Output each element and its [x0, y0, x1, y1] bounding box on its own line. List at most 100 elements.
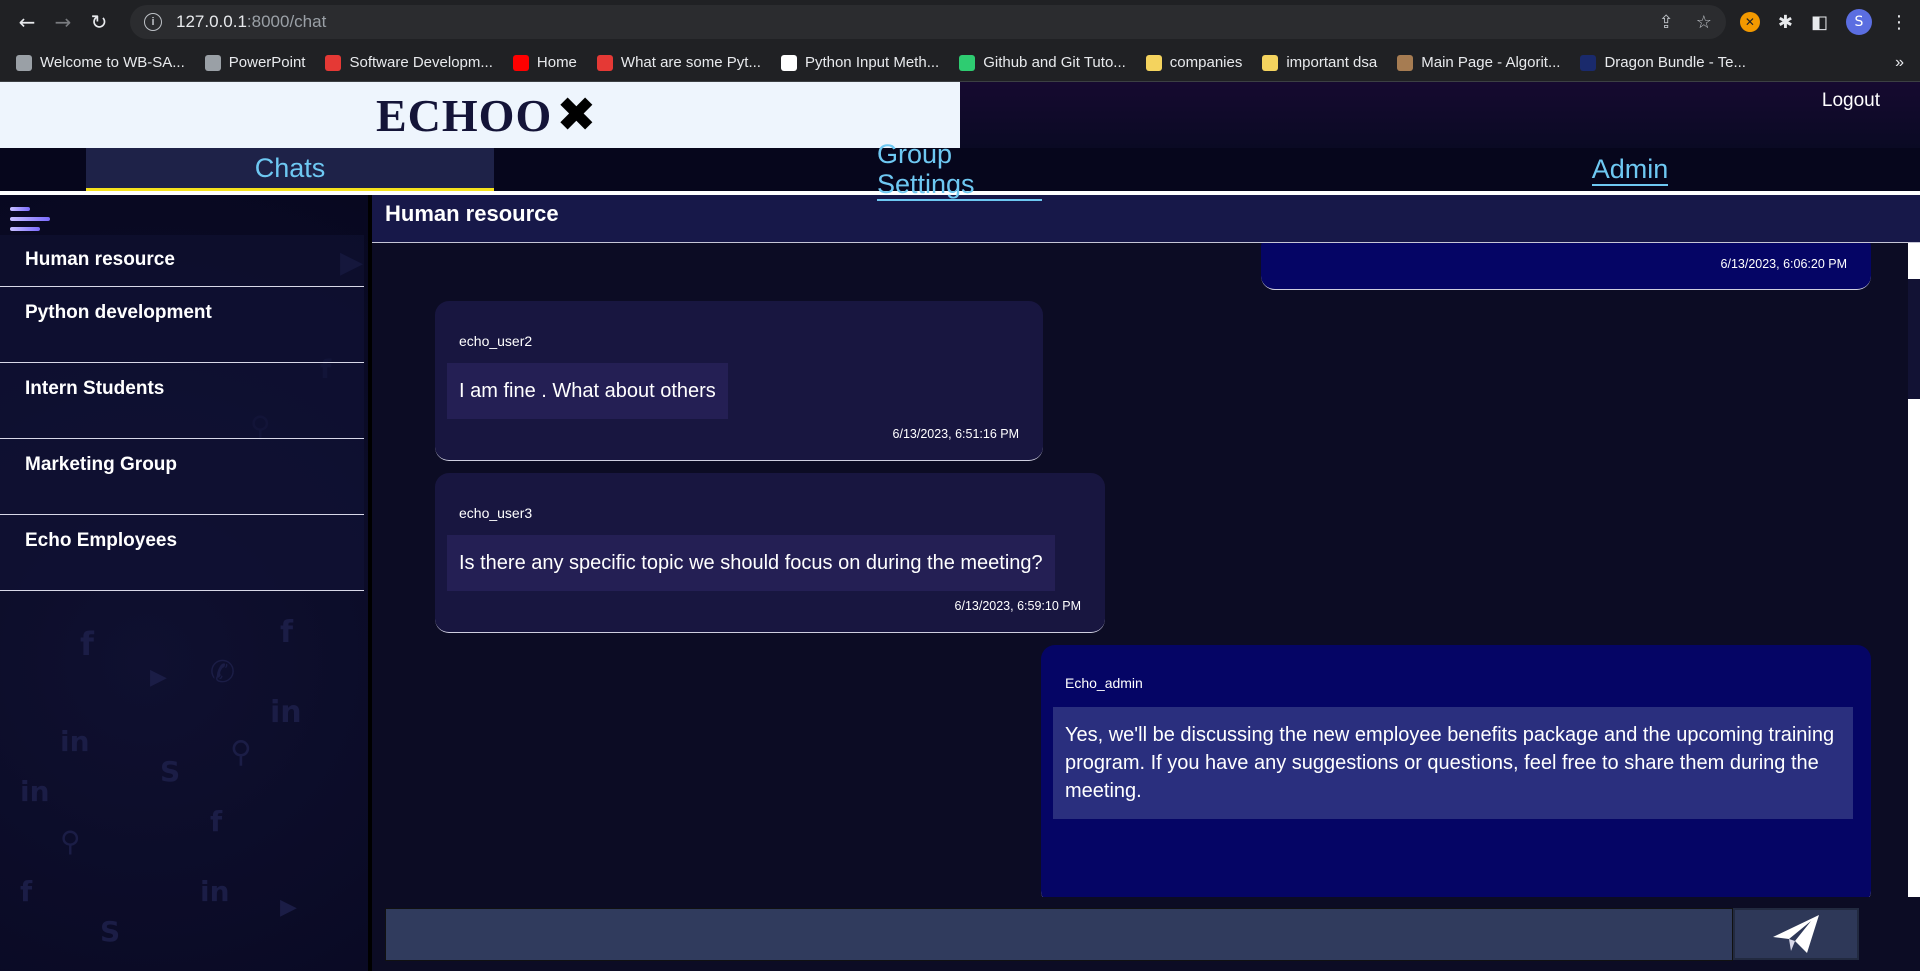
- send-button[interactable]: [1733, 908, 1859, 960]
- bookmark-label: What are some Pyt...: [620, 54, 761, 71]
- group-item-intern-students[interactable]: Intern Students: [0, 363, 364, 439]
- background-pattern-icon: in: [200, 875, 230, 908]
- logo-area: ECHOO ✖: [0, 82, 960, 148]
- bookmark-favicon-icon: [325, 54, 342, 71]
- background-pattern-icon: f: [280, 615, 294, 650]
- background-pattern-icon: ⚲: [60, 825, 81, 858]
- main-area: ▶ f ⚲ f ✆ f ▶ in in S ⚲ in f ⚲ in ▶ S f …: [0, 195, 1920, 971]
- reload-icon[interactable]: ↻: [84, 7, 114, 37]
- bookmark-label: Dragon Bundle - Te...: [1604, 54, 1746, 71]
- bookmark-item[interactable]: Github and Git Tuto...: [959, 54, 1126, 71]
- bookmark-favicon-icon: [204, 54, 221, 71]
- bookmark-label: Software Developm...: [349, 54, 493, 71]
- bookmark-item[interactable]: What are some Pyt...: [596, 54, 761, 71]
- bookmark-favicon-icon: [1145, 54, 1162, 71]
- menu-toggle-icon[interactable]: [10, 207, 50, 233]
- bookmark-label: Github and Git Tuto...: [983, 54, 1126, 71]
- bookmark-item[interactable]: Main Page - Algorit...: [1397, 54, 1560, 71]
- group-item-human-resource[interactable]: Human resource: [0, 235, 364, 287]
- background-pattern-icon: f: [20, 875, 33, 908]
- tab-label: Admin: [1591, 153, 1669, 186]
- url-path: :8000/chat: [246, 12, 327, 31]
- profile-avatar[interactable]: S: [1846, 9, 1872, 35]
- message-bubble: echo_user3 Is there any specific topic w…: [435, 473, 1105, 633]
- message-bubble: 6/13/2023, 6:06:20 PM: [1261, 243, 1871, 290]
- main-tabs: Chats Group Settings Admin: [0, 139, 1920, 201]
- group-item-python-development[interactable]: Python development: [0, 287, 364, 363]
- url-host: 127.0.0.1: [176, 12, 247, 31]
- extension-icon[interactable]: ✕: [1739, 12, 1760, 32]
- extensions-puzzle-icon[interactable]: ✱: [1778, 12, 1793, 33]
- bookmarks-bar: Welcome to WB-SA... PowerPoint Software De…: [0, 44, 1920, 82]
- bookmark-star-icon[interactable]: ☆: [1696, 12, 1712, 33]
- background-pattern-icon: f: [210, 805, 223, 838]
- bookmark-label: Python Input Meth...: [804, 54, 940, 71]
- message-text: Yes, we'll be discussing the new employe…: [1053, 707, 1853, 819]
- bookmark-label: companies: [1169, 54, 1243, 71]
- background-pattern-icon: S: [100, 915, 121, 948]
- message-timestamp: 6/13/2023, 6:59:10 PM: [954, 599, 1081, 613]
- share-icon[interactable]: ⇪: [1659, 12, 1674, 33]
- group-item-marketing-group[interactable]: Marketing Group: [0, 439, 364, 515]
- scrollbar-thumb[interactable]: [1908, 279, 1920, 399]
- message-text: Is there any specific topic we should fo…: [447, 535, 1055, 591]
- bookmark-item[interactable]: Python Input Meth...: [780, 54, 940, 71]
- group-list: Human resource Python development Intern…: [0, 235, 364, 591]
- message-sender: echo_user2: [459, 333, 533, 349]
- tab-admin[interactable]: Admin: [1590, 148, 1670, 191]
- bookmark-favicon-icon: [512, 54, 529, 71]
- bookmark-label: important dsa: [1286, 54, 1378, 71]
- tab-chats[interactable]: Chats: [86, 148, 494, 191]
- message-list[interactable]: 6/13/2023, 6:06:20 PM echo_user2 I am fi…: [372, 243, 1920, 897]
- background-pattern-icon: f: [80, 625, 94, 663]
- message-input[interactable]: [385, 907, 1733, 961]
- address-bar[interactable]: i 127.0.0.1:8000/chat ⇪ ☆: [130, 5, 1726, 39]
- scrollbar[interactable]: [1908, 243, 1920, 897]
- browser-menu-icon[interactable]: ⋮: [1890, 12, 1908, 33]
- message-sender: Echo_admin: [1065, 675, 1143, 691]
- tab-label: Chats: [254, 153, 326, 183]
- back-icon[interactable]: ←: [12, 7, 42, 37]
- message-bubble: echo_user2 I am fine . What about others…: [435, 301, 1043, 461]
- site-info-icon[interactable]: i: [144, 13, 162, 31]
- chat-panel: Human resource 6/13/2023, 6:06:20 PM ech…: [372, 195, 1920, 971]
- bookmark-item[interactable]: Welcome to WB-SA...: [16, 54, 185, 71]
- background-pattern-icon: ✆: [210, 655, 236, 690]
- bookmark-favicon-icon: [959, 54, 976, 71]
- tab-group-settings[interactable]: Group Settings: [877, 139, 1042, 201]
- bookmark-item[interactable]: important dsa: [1262, 54, 1377, 71]
- logout-button[interactable]: Logout: [1822, 90, 1880, 112]
- browser-toolbar: ← → ↻ i 127.0.0.1:8000/chat ⇪ ☆ ✕ ✱ ◧ S …: [0, 0, 1920, 44]
- logo-x-icon: ✖: [556, 87, 597, 143]
- background-pattern-icon: ▶: [150, 665, 167, 690]
- side-panel-icon[interactable]: ◧: [1811, 12, 1828, 33]
- background-pattern-icon: ⚲: [230, 735, 252, 770]
- bookmark-item[interactable]: Home: [512, 54, 577, 71]
- bookmark-item[interactable]: Dragon Bundle - Te...: [1580, 54, 1746, 71]
- bookmark-label: PowerPoint: [228, 54, 306, 71]
- background-pattern-icon: S: [160, 755, 181, 788]
- bookmark-item[interactable]: PowerPoint: [204, 54, 306, 71]
- bookmarks-overflow-icon[interactable]: »: [1895, 54, 1904, 72]
- message-sender: echo_user3: [459, 505, 533, 521]
- background-pattern-icon: in: [20, 775, 50, 808]
- chat-title: Human resource: [372, 195, 1920, 243]
- bookmark-favicon-icon: [16, 54, 32, 71]
- bookmark-item[interactable]: companies: [1145, 54, 1243, 71]
- paper-plane-icon: [1773, 915, 1819, 953]
- group-item-echo-employees[interactable]: Echo Employees: [0, 515, 364, 591]
- bookmark-favicon-icon: [1397, 54, 1414, 71]
- message-text: I am fine . What about others: [447, 363, 728, 419]
- message-bubble: Echo_admin Yes, we'll be discussing the …: [1041, 645, 1871, 897]
- bookmark-label: Welcome to WB-SA...: [40, 54, 185, 71]
- forward-icon[interactable]: →: [48, 7, 78, 37]
- bookmark-item[interactable]: Software Developm...: [325, 54, 493, 71]
- bookmark-label: Home: [536, 54, 577, 71]
- bookmark-favicon-icon: [596, 54, 613, 71]
- message-timestamp: 6/13/2023, 6:51:16 PM: [892, 427, 1019, 441]
- background-pattern-icon: ▶: [280, 895, 297, 920]
- background-pattern-icon: in: [60, 725, 90, 758]
- bookmark-favicon-icon: [1262, 54, 1279, 71]
- bookmark-favicon-icon: [780, 54, 797, 71]
- bookmark-favicon-icon: [1580, 54, 1597, 71]
